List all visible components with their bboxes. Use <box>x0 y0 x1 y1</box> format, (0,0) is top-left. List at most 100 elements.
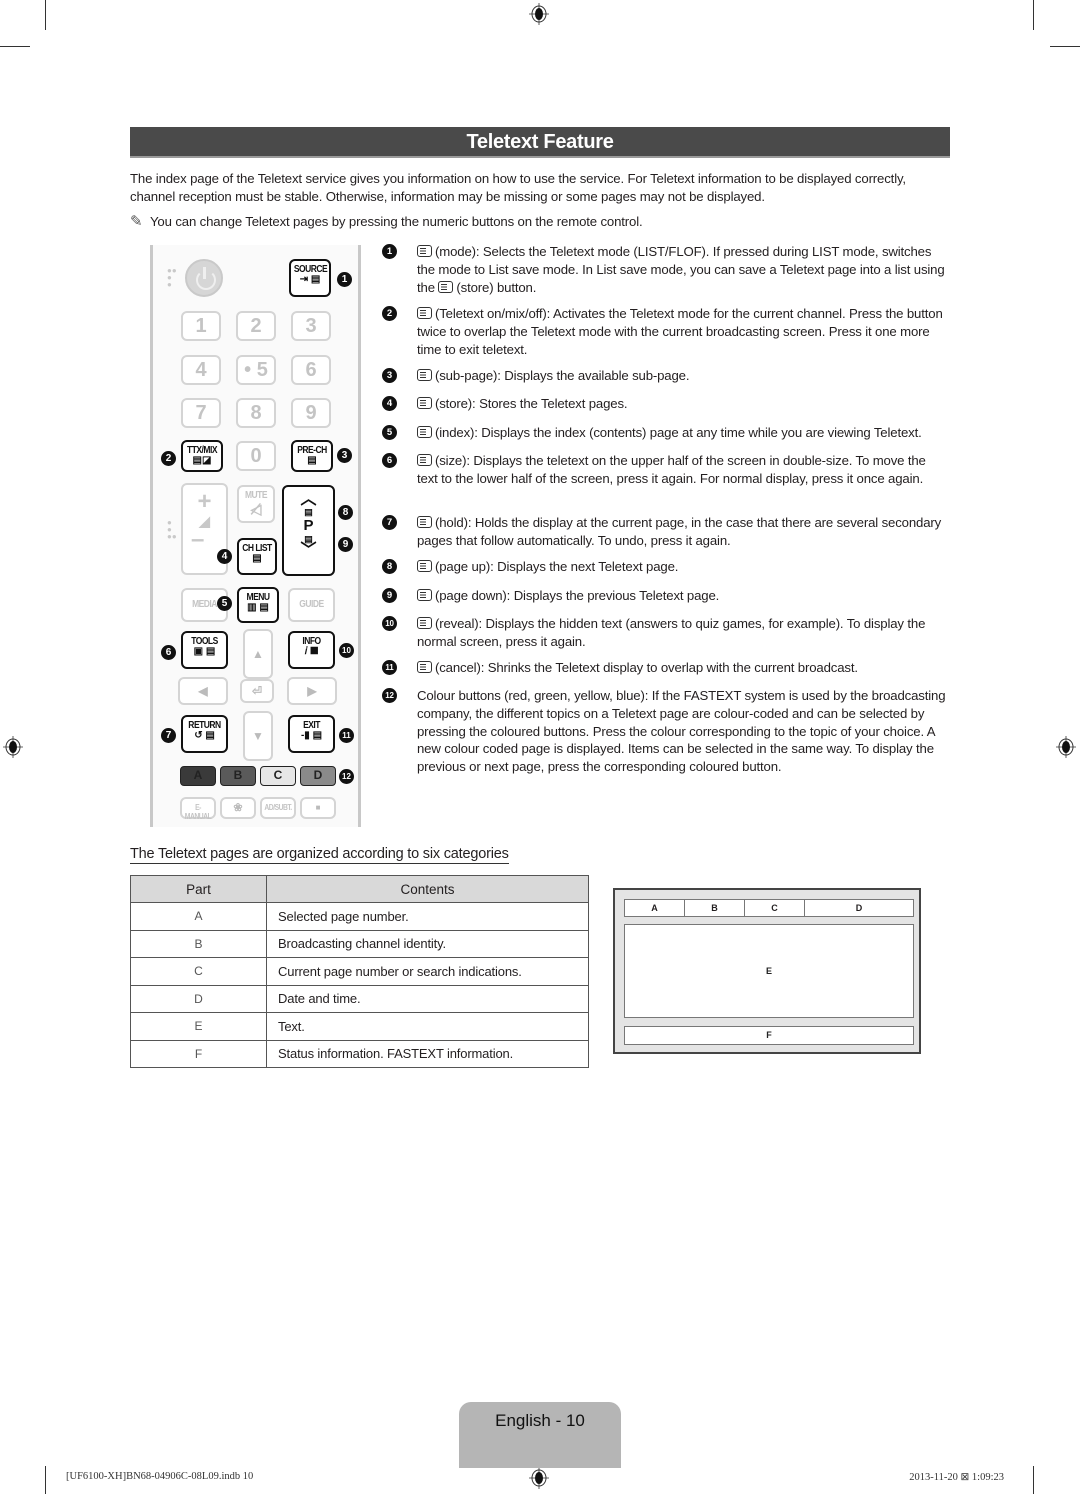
part-cell: B <box>130 929 267 958</box>
remote-menu-button: MENU ▥ ▤ <box>237 587 279 623</box>
crop-mark <box>0 46 30 47</box>
mute-icon: ◁̸ <box>250 501 262 517</box>
item-number: 11 <box>382 660 397 675</box>
item-number: 4 <box>382 396 397 411</box>
sub-page-icon <box>417 369 432 381</box>
remote-color-button-a: A <box>180 766 216 786</box>
callout-6: 6 <box>161 645 176 660</box>
chevron-up-icon: ︿ <box>300 491 317 508</box>
column-header-part: Part <box>130 875 267 903</box>
item-number: 8 <box>382 559 397 574</box>
remote-exit-button: EXIT -▮ ▤ <box>288 715 335 753</box>
item-number: 9 <box>382 588 397 603</box>
remote-enter-button: ⏎ <box>240 679 274 703</box>
item-number: 12 <box>382 688 397 703</box>
part-cell: F <box>130 1039 267 1068</box>
contents-cell: Text. <box>266 1012 589 1041</box>
item-number: 5 <box>382 425 397 440</box>
remote-return-button: RETURN ↺ ▤ <box>181 715 228 753</box>
sub-page-icon: ▤ <box>307 455 317 466</box>
diagram-region-e: E <box>624 924 914 1018</box>
remote-ch-list-button: CH LIST ▤ <box>237 538 277 575</box>
registration-mark-icon <box>1056 736 1076 758</box>
part-cell: C <box>130 957 267 986</box>
remote-ttx-mix-button: TTX/MIX ▤◪ <box>181 440 223 472</box>
callout-12: 12 <box>339 769 354 784</box>
hold-icon <box>417 516 432 528</box>
teletext-mix-icon: ▤◪ <box>192 455 212 466</box>
remote-mute-button: MUTE ◁̸ <box>237 485 275 523</box>
size-icon: ▣ ▤ <box>193 646 216 657</box>
item-number: 2 <box>382 306 397 321</box>
contents-cell: Broadcasting channel identity. <box>266 929 589 958</box>
table-row: D Date and time. <box>130 984 589 1013</box>
index-icon: ▥ ▤ <box>247 602 269 613</box>
remote-info-button: INFO 𝑖 ▤ <box>288 631 335 669</box>
remote-e-manual-button: E-MANUAL <box>180 797 216 821</box>
page-down-icon <box>417 589 432 601</box>
remote-guide-button: GUIDE <box>288 588 335 622</box>
callout-9: 9 <box>338 537 353 552</box>
column-header-contents: Contents <box>266 875 589 903</box>
page-number-tab: English - 10 <box>459 1402 621 1468</box>
crop-mark <box>1050 46 1080 47</box>
crop-mark <box>1033 1466 1034 1494</box>
remote-ad-subt-button: AD/SUBT. <box>260 797 296 819</box>
callout-7: 7 <box>161 728 176 743</box>
store-icon: ▤ <box>252 553 262 564</box>
remote-source-button: SOURCE ⇥ ▤ <box>289 259 331 297</box>
table-row: B Broadcasting channel identity. <box>130 929 589 958</box>
index-icon <box>417 426 432 438</box>
size-icon <box>417 454 432 466</box>
power-button-icon <box>185 259 223 297</box>
item-number: 10 <box>382 616 397 631</box>
contents-cell: Selected page number. <box>266 902 589 931</box>
crop-mark <box>1033 0 1034 30</box>
teletext-parts-table: Part Contents A Selected page number. B Br… <box>130 875 589 1068</box>
hold-icon: ↺ ▤ <box>194 730 215 741</box>
remote-button-1: 1 <box>181 311 221 341</box>
diagram-region-d: D <box>855 903 863 913</box>
remote-button-3: 3 <box>291 311 331 341</box>
source-icon: ⇥ ▤ <box>299 274 321 285</box>
diagram-header-row: A B C D <box>624 899 914 917</box>
diagram-region-b: B <box>685 900 745 916</box>
diagram-region-a: A <box>625 900 685 916</box>
remote-channel-rocker: ︿ ▤ P ▤ ﹀ <box>282 485 335 576</box>
crop-mark <box>45 0 46 30</box>
footer-file-info: [UF6100-XH]BN68-04906C-08L09.indb 10 <box>66 1471 254 1482</box>
page-up-icon <box>417 560 432 572</box>
note: ✎ You can change Teletext pages by pressi… <box>130 213 950 231</box>
teletext-layout-diagram: A B C D E F <box>613 888 921 1054</box>
cancel-icon: -▮ ▤ <box>300 730 323 741</box>
remote-color-button-c: C <box>260 766 296 786</box>
section-heading: The Teletext pages are organized accordi… <box>130 846 509 864</box>
mode-icon <box>417 245 432 257</box>
reveal-icon <box>417 617 432 629</box>
diagram-region-c: C <box>745 900 805 916</box>
contents-cell: Date and time. <box>266 984 589 1013</box>
reveal-icon: 𝑖 ▤ <box>304 646 319 657</box>
remote-button-4: 4 <box>181 355 221 385</box>
footer-timestamp: 2013-11-20 ⊠ 1:09:23 <box>909 1472 1004 1483</box>
remote-button-0: 0 <box>236 441 276 471</box>
callout-4: 4 <box>217 549 232 564</box>
remote-pre-ch-button: PRE-CH ▤ <box>291 440 333 472</box>
diagram-region-f: F <box>624 1026 914 1045</box>
remote-smart-hub-button: ❀ <box>220 797 256 819</box>
remote-button-7: 7 <box>181 398 221 428</box>
callout-11: 11 <box>339 728 354 743</box>
remote-button-5: • 5 <box>236 355 276 385</box>
table-row: F Status information. FASTEXT information… <box>130 1039 589 1068</box>
callout-10: 10 <box>339 643 354 658</box>
item-number: 6 <box>382 453 397 468</box>
item-number: 1 <box>382 244 397 259</box>
remote-button-8: 8 <box>236 398 276 428</box>
indicator-dots: ●●●● <box>167 518 177 541</box>
cancel-icon <box>417 661 432 673</box>
note-text: You can change Teletext pages by pressin… <box>150 214 643 229</box>
page-title: Teletext Feature <box>130 127 950 158</box>
callout-2: 2 <box>161 451 176 466</box>
item-number: 7 <box>382 515 397 530</box>
callout-3: 3 <box>337 448 352 463</box>
